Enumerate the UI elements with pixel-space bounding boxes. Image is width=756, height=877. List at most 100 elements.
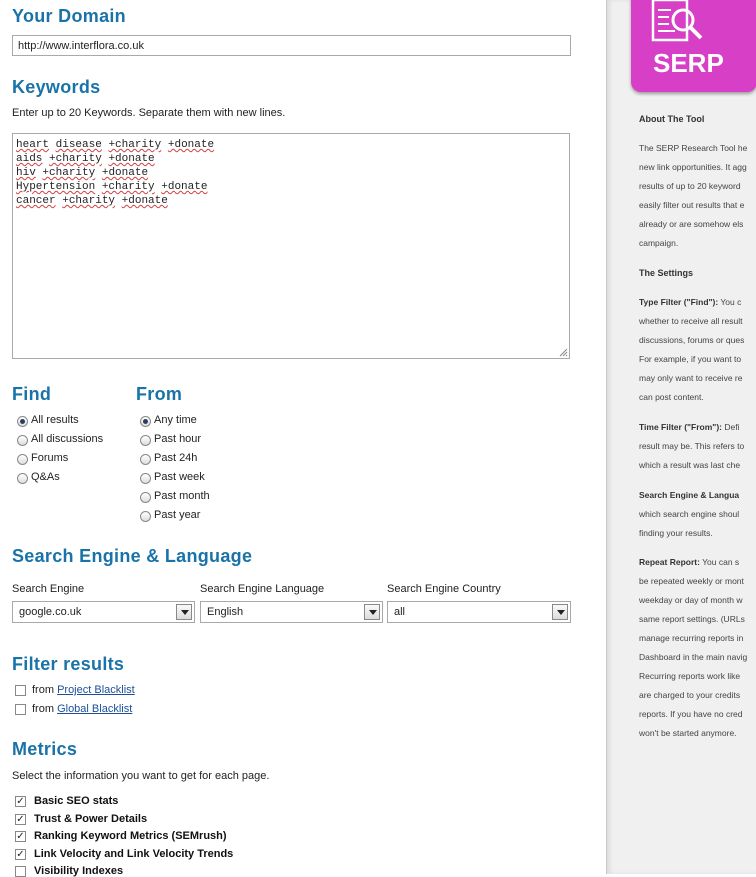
help-text: You c bbox=[720, 297, 742, 307]
about-line: campaign. bbox=[639, 238, 679, 248]
keywords-textarea[interactable]: heart disease +charity +donate aids +char… bbox=[12, 133, 570, 359]
radio-label[interactable]: Forums bbox=[31, 452, 68, 464]
keyword-token: +charity bbox=[62, 195, 116, 207]
domain-input-value: http://www.interflora.co.uk bbox=[18, 40, 144, 52]
keyword-token: cancer bbox=[16, 195, 56, 207]
filter-prefix: from bbox=[32, 703, 54, 715]
keywords-heading: Keywords bbox=[12, 77, 101, 97]
help-line: be repeated weekly or mont bbox=[639, 576, 744, 586]
metric-label[interactable]: Trust & Power Details bbox=[34, 813, 147, 825]
radio-label[interactable]: Past month bbox=[154, 490, 210, 502]
metric-checkbox[interactable]: ✓ bbox=[15, 831, 26, 842]
help-line: Dashboard in the main navig bbox=[639, 652, 748, 662]
resize-handle-icon[interactable] bbox=[559, 348, 568, 357]
radio-label[interactable]: Past week bbox=[154, 471, 205, 483]
help-label: Search Engine & Langua bbox=[639, 490, 740, 500]
radio-label[interactable]: All results bbox=[31, 414, 79, 426]
radio-button[interactable] bbox=[17, 416, 28, 427]
keyword-line: hiv +charity +donate bbox=[16, 166, 566, 180]
help-line: won't be started anymore. bbox=[639, 728, 737, 738]
serp-logo: SERP bbox=[631, 0, 756, 92]
chevron-down-icon[interactable] bbox=[552, 604, 568, 620]
keyword-line: heart disease +charity +donate bbox=[16, 138, 566, 152]
radio-button[interactable] bbox=[17, 454, 28, 465]
keyword-token: hiv bbox=[16, 167, 36, 179]
metrics-heading: Metrics bbox=[12, 739, 78, 759]
help-line: weekday or day of month w bbox=[639, 595, 743, 605]
chevron-down-icon[interactable] bbox=[176, 604, 192, 620]
blacklist-link[interactable]: Project Blacklist bbox=[57, 684, 135, 696]
radio-button[interactable] bbox=[140, 492, 151, 503]
metric-checkbox[interactable]: ✓ bbox=[15, 813, 26, 825]
keyword-token: disease bbox=[55, 139, 102, 151]
keyword-token: +donate bbox=[167, 139, 215, 151]
engine-heading: Search Engine & Language bbox=[12, 546, 253, 566]
filter-label: from Project Blacklist bbox=[32, 684, 135, 696]
filter-checkbox[interactable] bbox=[15, 685, 26, 696]
keyword-token: +charity bbox=[108, 139, 162, 151]
radio-button[interactable] bbox=[140, 511, 151, 522]
metric-label[interactable]: Ranking Keyword Metrics (SEMrush) bbox=[34, 830, 227, 842]
keywords-hint: Enter up to 20 Keywords. Separate them w… bbox=[12, 107, 286, 119]
filter-prefix: from bbox=[32, 684, 54, 696]
metric-label[interactable]: Basic SEO stats bbox=[34, 795, 118, 807]
radio-button[interactable] bbox=[140, 416, 151, 427]
country-label: Search Engine Country bbox=[387, 583, 501, 595]
help-label: Time Filter ("From"): bbox=[639, 422, 722, 432]
language-select[interactable]: English bbox=[200, 601, 383, 623]
keyword-token: +charity bbox=[101, 181, 155, 193]
help-line: reports. If you have no cred bbox=[639, 709, 743, 719]
radio-label[interactable]: Past year bbox=[154, 509, 200, 521]
help-line: Repeat Report: You can s bbox=[639, 557, 739, 567]
metric-label[interactable]: Link Velocity and Link Velocity Trends bbox=[34, 848, 233, 860]
radio-label[interactable]: Past hour bbox=[154, 433, 201, 445]
keyword-token: +charity bbox=[49, 153, 102, 165]
radio-button[interactable] bbox=[17, 435, 28, 446]
domain-heading: Your Domain bbox=[12, 6, 126, 26]
radio-label[interactable]: All discussions bbox=[31, 433, 103, 445]
metric-checkbox[interactable]: ✓ bbox=[15, 848, 26, 860]
metric-checkbox[interactable] bbox=[15, 866, 26, 877]
about-line: easily filter out results that e bbox=[639, 200, 745, 210]
engine-label: Search Engine bbox=[12, 583, 85, 595]
keyword-token: aids bbox=[16, 153, 43, 165]
keyword-token: +donate bbox=[121, 195, 168, 207]
country-select[interactable]: all bbox=[387, 601, 571, 623]
serp-logo-text: SERP bbox=[653, 48, 724, 78]
help-line: Time Filter ("From"): Defi bbox=[639, 422, 740, 432]
help-line: whether to receive all result bbox=[639, 316, 743, 326]
keyword-token: Hypertension bbox=[16, 181, 96, 193]
metric-checkbox[interactable]: ✓ bbox=[15, 796, 26, 807]
language-select-value: English bbox=[207, 606, 244, 618]
radio-button[interactable] bbox=[140, 435, 151, 446]
help-line: For example, if you want to bbox=[639, 354, 742, 364]
radio-button[interactable] bbox=[140, 473, 151, 484]
help-line: finding your results. bbox=[639, 528, 713, 538]
radio-button[interactable] bbox=[17, 473, 28, 484]
filter-label: from Global Blacklist bbox=[32, 703, 132, 715]
help-line: discussions, forums or ques bbox=[639, 335, 745, 345]
domain-input[interactable]: http://www.interflora.co.uk bbox=[12, 35, 571, 56]
help-line: which a result was last che bbox=[639, 460, 741, 470]
keyword-token: +charity bbox=[42, 167, 96, 179]
help-line: manage recurring reports in bbox=[639, 633, 744, 643]
from-heading: From bbox=[136, 384, 183, 404]
radio-label[interactable]: Q&As bbox=[31, 471, 60, 483]
help-line: which search engine shoul bbox=[639, 509, 740, 519]
radio-label[interactable]: Any time bbox=[154, 414, 197, 426]
radio-label[interactable]: Past 24h bbox=[154, 452, 197, 464]
metric-label[interactable]: Visibility Indexes bbox=[34, 865, 123, 877]
engine-select[interactable]: google.co.uk bbox=[12, 601, 195, 623]
help-label: Type Filter ("Find"): bbox=[639, 297, 719, 307]
keyword-line: cancer +charity +donate bbox=[16, 194, 566, 208]
blacklist-link[interactable]: Global Blacklist bbox=[57, 703, 132, 715]
find-heading: Find bbox=[12, 384, 52, 404]
keyword-token: +donate bbox=[161, 181, 208, 193]
filter-checkbox[interactable] bbox=[15, 704, 26, 715]
keyword-line: Hypertension +charity +donate bbox=[16, 180, 566, 194]
about-line: The SERP Research Tool he bbox=[639, 143, 748, 153]
chevron-down-icon[interactable] bbox=[364, 604, 380, 620]
about-heading: About The Tool bbox=[639, 114, 705, 124]
radio-button[interactable] bbox=[140, 454, 151, 465]
help-line: result may be. This refers to bbox=[639, 441, 745, 451]
